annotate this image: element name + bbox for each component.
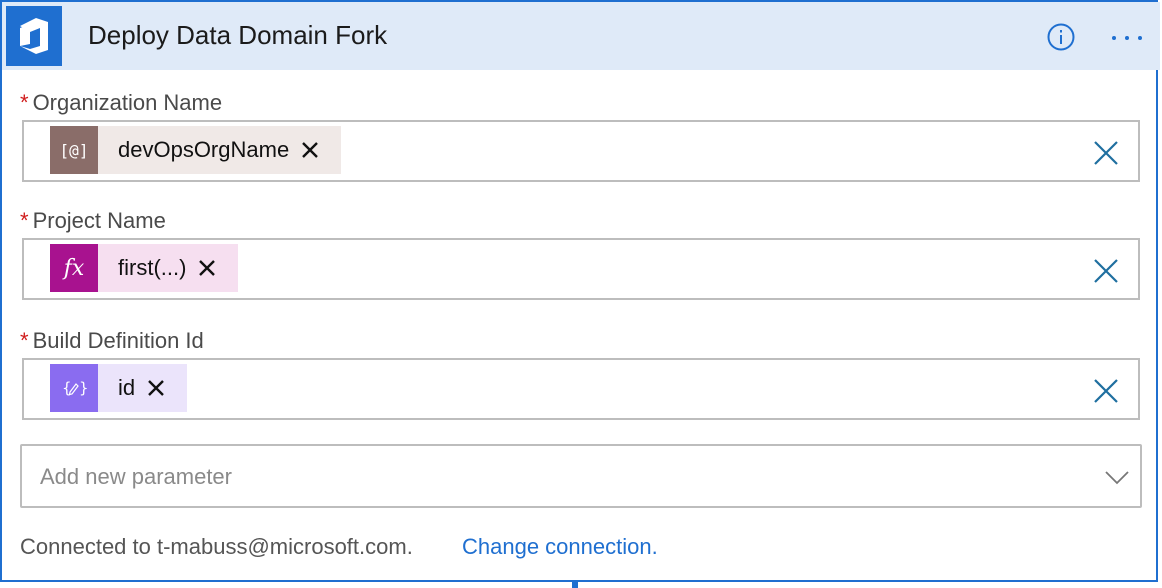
add-new-parameter-dropdown[interactable]: Add new parameter [20,444,1142,508]
connection-status-text: Connected to t-mabuss@microsoft.com. [20,534,413,559]
field-label-text: Build Definition Id [32,328,204,353]
token-text: first(...) [118,255,187,280]
function-icon: fx [50,244,98,292]
token-devopsorgname[interactable]: [@] devOpsOrgName [50,126,342,174]
clear-field-icon[interactable] [1093,378,1119,404]
field-label-text: Organization Name [32,90,223,115]
flow-connector [572,580,578,588]
clear-field-icon[interactable] [1093,140,1119,166]
variable-icon: [@] [50,126,98,174]
token-first-expression[interactable]: fx first(...) [50,244,239,292]
organization-name-field[interactable]: [@] devOpsOrgName [22,120,1140,182]
add-new-parameter-placeholder: Add new parameter [40,464,232,489]
action-title: Deploy Data Domain Fork [88,20,388,50]
field-label-project-name: * Project Name [20,208,166,234]
required-mark: * [20,90,29,115]
required-mark: * [20,208,29,233]
field-label-organization-name: * Organization Name [20,90,222,116]
token-id[interactable]: { } id [50,364,188,412]
remove-token-icon[interactable] [145,377,167,399]
chevron-down-icon [1105,471,1129,485]
remove-token-icon[interactable] [196,257,218,279]
card-header[interactable]: Deploy Data Domain Fork [2,2,1160,70]
build-definition-id-field[interactable]: { } id [22,358,1140,420]
change-connection-link[interactable]: Change connection. [462,534,658,560]
project-name-field[interactable]: fx first(...) [22,238,1140,300]
field-label-build-definition-id: * Build Definition Id [20,328,204,354]
token-text: id [118,375,136,400]
dynamic-content-icon: { } [50,364,98,412]
required-mark: * [20,328,29,353]
more-options-icon[interactable] [1110,24,1144,52]
azure-devops-logo-icon [6,6,62,66]
clear-field-icon[interactable] [1093,258,1119,284]
svg-text:}: } [79,379,87,397]
remove-token-icon[interactable] [299,139,321,161]
field-label-text: Project Name [32,208,166,233]
action-card: Deploy Data Domain Fork * Organization Na… [0,0,1160,582]
info-icon[interactable] [1047,23,1075,51]
token-text: devOpsOrgName [118,137,290,162]
